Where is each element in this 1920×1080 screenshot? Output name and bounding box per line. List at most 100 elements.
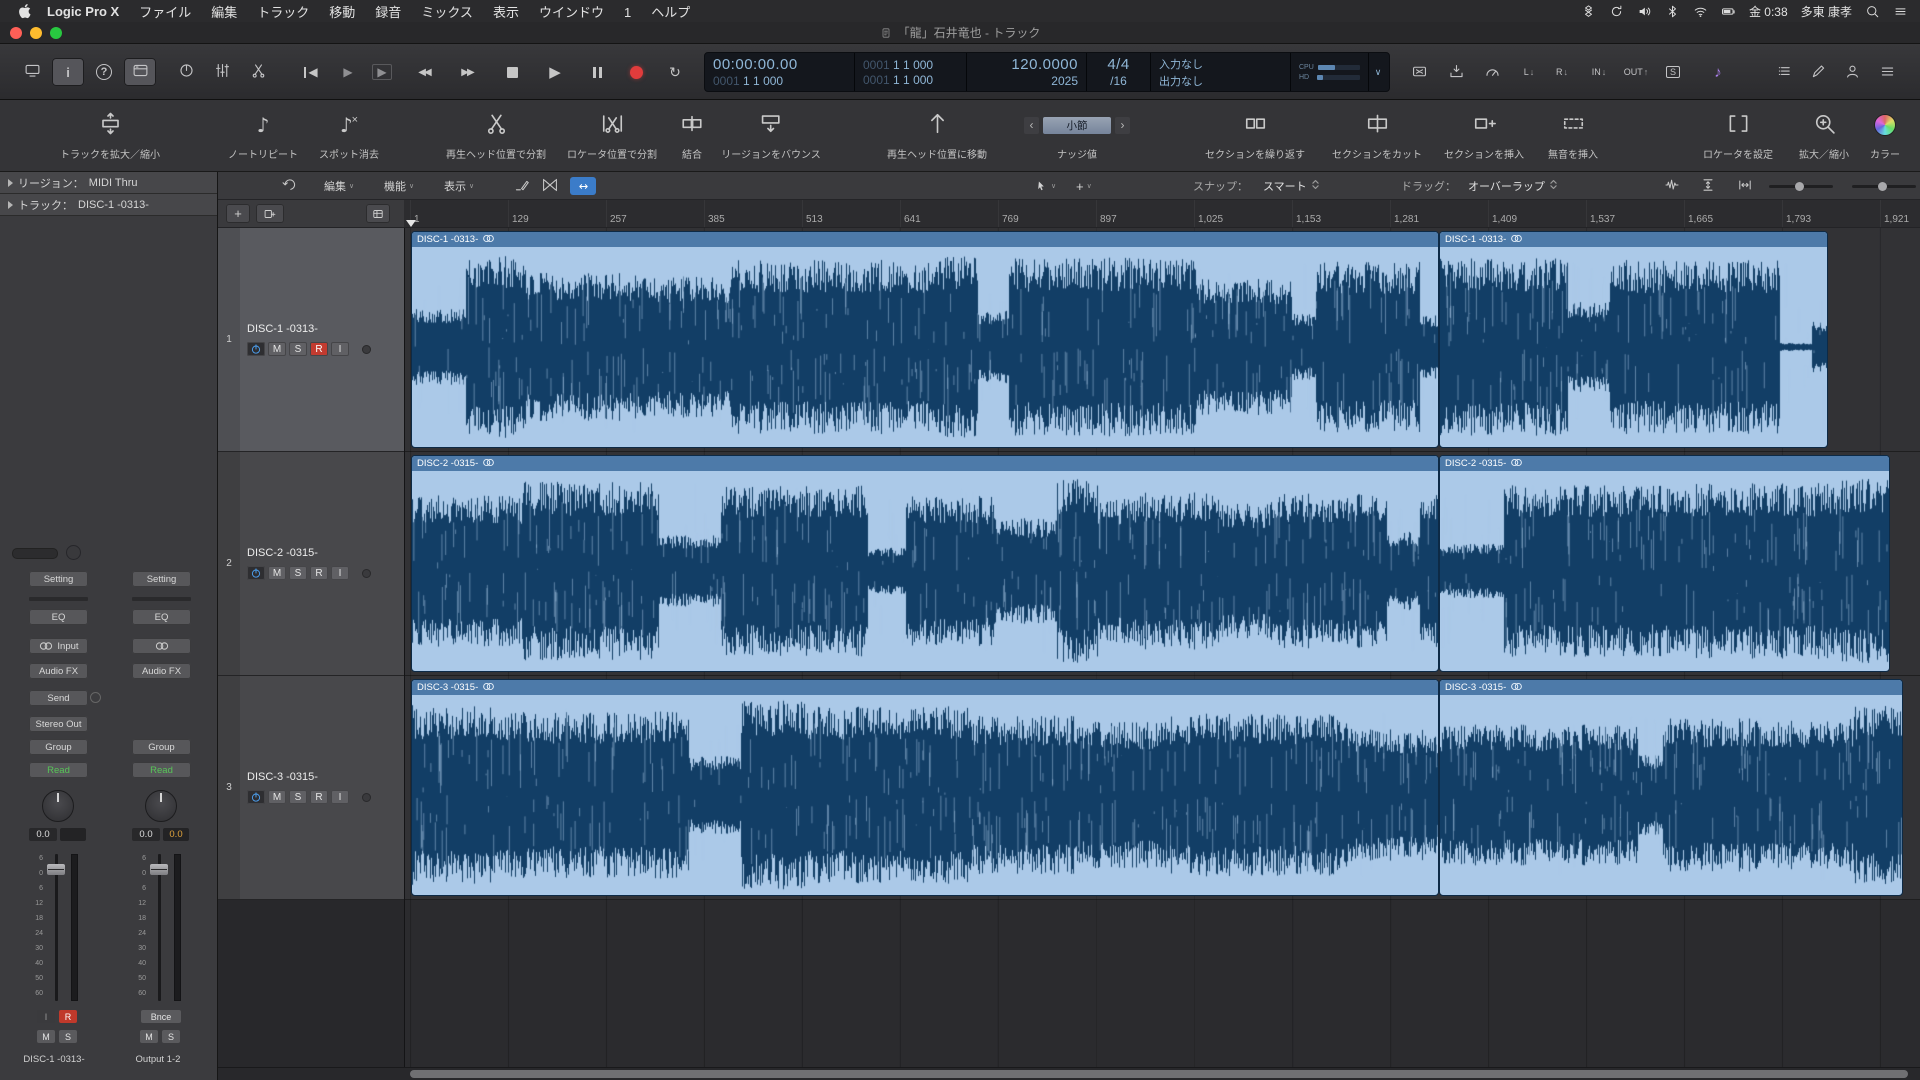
close-button[interactable] [10, 27, 22, 39]
bar-ruler[interactable]: 11292573855136417698971,0251,1531,2811,4… [404, 200, 1920, 228]
track-on-button[interactable] [247, 790, 265, 804]
join-tool[interactable]: 結合 [680, 107, 705, 161]
audio-region[interactable]: DISC-2 -0315- [411, 455, 1439, 672]
track-s-button[interactable]: S [289, 790, 307, 804]
rewind-button[interactable]: ◀◀ [408, 58, 440, 86]
note-pad-button[interactable] [1802, 58, 1834, 86]
volume-fader[interactable]: 60612182430405060 [132, 850, 191, 1005]
lcd-performance-cell[interactable]: CPU HD [1291, 53, 1369, 91]
menu-item-7[interactable]: ウインドウ [539, 5, 604, 20]
play-from-left-button[interactable]: ▶ [332, 58, 364, 86]
disclosure-triangle-icon[interactable] [8, 179, 13, 187]
track-r-button[interactable]: R [310, 566, 328, 580]
pause-button[interactable] [581, 58, 613, 86]
channel-strip-slot-audio-fx[interactable]: Audio FX [29, 663, 88, 679]
track-m-button[interactable]: M [268, 790, 286, 804]
bounce-button[interactable]: Bnce [141, 1010, 181, 1023]
channel-strip-slot-setting[interactable]: Setting [29, 571, 88, 587]
solo-button[interactable]: S [1657, 58, 1689, 86]
output-l-button[interactable]: L↓ [1513, 58, 1545, 86]
insert-silence-tool[interactable]: 無音を挿入 [1548, 107, 1598, 161]
menu-item-5[interactable]: ミックス [421, 5, 473, 20]
share-button[interactable] [1836, 58, 1868, 86]
audio-region[interactable]: DISC-2 -0315- [1439, 455, 1890, 672]
play-from-start-button[interactable]: ▶ [366, 58, 398, 86]
catch-playhead-button[interactable] [276, 176, 300, 196]
region-inspector-header[interactable]: リージョン： MIDI Thru [0, 172, 217, 194]
vertical-zoom-slider[interactable] [1769, 180, 1833, 192]
lcd-time-cell[interactable]: 00:00:00.00 0001 1 1 000 [705, 53, 855, 91]
smart-controls-button[interactable] [170, 58, 202, 86]
lcd-tempo-cell[interactable]: 120.0000 2025 [967, 53, 1087, 91]
track-header-1[interactable]: 1DISC-1 -0313-MSRI [218, 228, 404, 452]
menu-clock[interactable]: 金 0:38 [1749, 3, 1788, 20]
pointer-tool-menu[interactable]: ∨ [1034, 172, 1056, 200]
volume-status-icon[interactable] [1637, 4, 1652, 19]
output-r-button[interactable]: R↓ [1546, 58, 1578, 86]
zoom-tracks-tool[interactable]: トラックを拡大／縮小 [60, 107, 160, 161]
notification-center-icon[interactable] [1893, 4, 1908, 19]
menu-item-6[interactable]: 表示 [493, 5, 519, 20]
browsers-button[interactable] [1768, 58, 1800, 86]
battery-status-icon[interactable] [1721, 4, 1736, 19]
nudge-left-arrow[interactable]: ‹ [1024, 117, 1039, 134]
horizontal-scrollbar[interactable] [218, 1067, 1920, 1080]
track-header-config-button[interactable] [366, 204, 390, 223]
region-gain-knob[interactable] [66, 545, 81, 560]
track-on-button[interactable] [247, 566, 265, 580]
track-s-button[interactable]: S [289, 566, 307, 580]
audio-region[interactable]: DISC-1 -0313- [411, 231, 1439, 448]
channel-strip-slot-read[interactable]: Read [29, 762, 88, 778]
send-level-knob[interactable] [90, 692, 101, 703]
apple-menu-icon[interactable] [18, 3, 31, 19]
fader-cap[interactable] [150, 864, 168, 875]
channel-strip-slot-stereo-out[interactable]: Stereo Out [29, 716, 88, 732]
playhead-marker[interactable] [406, 220, 416, 227]
record-enable-button[interactable]: R [59, 1010, 77, 1023]
channel-strip-slot-audio-fx[interactable]: Audio FX [132, 663, 191, 679]
note-repeat-tool[interactable]: ♪ノートリピート [228, 107, 298, 161]
channel-strip-slot-group[interactable]: Group [132, 739, 191, 755]
track-menu-2[interactable]: 表示∨ [444, 172, 474, 200]
nudge-right-arrow[interactable]: › [1115, 117, 1130, 134]
bluetooth-status-icon[interactable] [1665, 4, 1680, 19]
secondary-tool-menu[interactable]: +∨ [1076, 172, 1092, 200]
input-monitor-dot[interactable] [362, 793, 371, 802]
split-by-playhead-tool[interactable]: 再生ヘッド位置で分割 [446, 107, 546, 161]
add-track-button[interactable]: + [226, 204, 250, 223]
wifi-status-icon[interactable] [1693, 4, 1708, 19]
midi-out-button[interactable]: OUT↑ [1620, 58, 1652, 86]
lcd-midi-cell[interactable]: 入力なし 出力なし [1151, 53, 1291, 91]
midi-in-button[interactable]: IN↓ [1583, 58, 1615, 86]
snap-value-dropdown[interactable]: スマート [1263, 172, 1319, 200]
lcd-position-cell[interactable]: 0001 1 1 000 0001 1 1 000 [855, 53, 967, 91]
track-header-3[interactable]: 3DISC-3 -0315-MSRI [218, 676, 404, 900]
slider-thumb[interactable] [1878, 182, 1887, 191]
sync-status-icon[interactable] [1609, 4, 1624, 19]
audio-region[interactable]: DISC-3 -0315- [411, 679, 1439, 896]
repeat-section-tool[interactable]: セクションを繰り返す [1205, 107, 1305, 161]
track-m-button[interactable]: M [268, 566, 286, 580]
channel-strip-slot-read[interactable]: Read [132, 762, 191, 778]
menu-item-3[interactable]: 移動 [329, 5, 355, 20]
vertical-zoom-button[interactable] [1695, 176, 1721, 196]
metronome-button[interactable] [1476, 58, 1508, 86]
toolbar-toggle-button[interactable] [124, 58, 156, 86]
fader-cap[interactable] [47, 864, 65, 875]
channel-strip-slot-stereo-format[interactable] [132, 638, 191, 654]
move-playhead-tool[interactable]: 再生ヘッド位置に移動 [887, 107, 987, 161]
control-bar-menu-button[interactable] [1871, 58, 1903, 86]
insert-section-tool[interactable]: セクションを挿入 [1444, 107, 1524, 161]
track-r-button[interactable]: R [310, 790, 328, 804]
track-i-button[interactable]: I [331, 790, 349, 804]
count-in-button[interactable] [1440, 58, 1472, 86]
cut-section-tool[interactable]: セクションをカット [1332, 107, 1422, 161]
play-button[interactable]: ▶ [539, 58, 571, 86]
drag-value-dropdown[interactable]: オーバーラップ [1468, 172, 1557, 200]
lcd-mode-chevron[interactable]: ∨ [1369, 53, 1387, 91]
menu-user[interactable]: 多東 康孝 [1801, 3, 1852, 20]
spot-erase-tool[interactable]: ♪×スポット消去 [319, 107, 379, 161]
track-s-button[interactable]: S [289, 342, 307, 356]
editors-button[interactable] [242, 58, 274, 86]
solo-button[interactable]: S [59, 1030, 77, 1043]
